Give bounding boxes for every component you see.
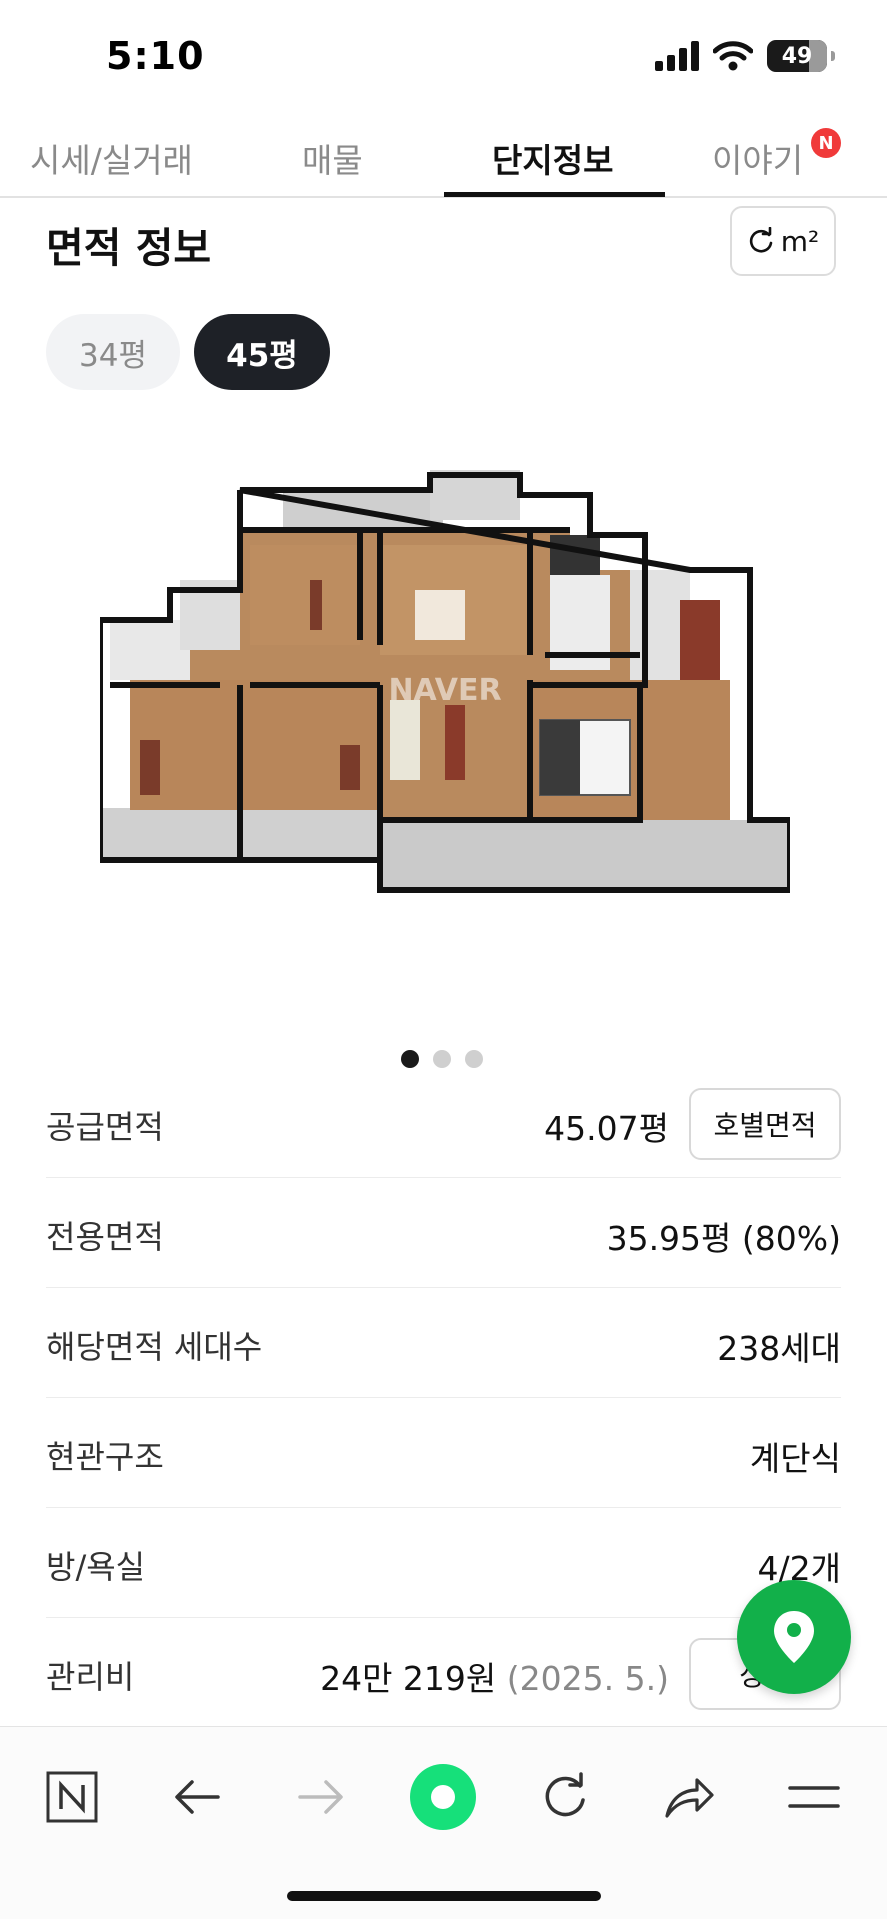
area-chip-34[interactable]: 34평 (46, 314, 180, 390)
maintenance-fee-value: 24만 219원 (320, 1659, 497, 1698)
info-label: 현관구조 (46, 1438, 164, 1476)
floor-plan-image[interactable]: NAVER (100, 470, 790, 1010)
reload-button[interactable] (525, 1757, 605, 1837)
info-row-households: 해당면적 세대수 238세대 (46, 1288, 841, 1398)
info-label: 공급면적 (46, 1108, 164, 1146)
active-tab-indicator (444, 192, 665, 197)
map-fab-button[interactable] (737, 1580, 851, 1694)
info-value: 35.95평 (80%) (606, 1219, 841, 1258)
status-time: 5:10 (106, 34, 205, 78)
naver-home-button[interactable] (32, 1757, 112, 1837)
info-row-supply-area: 공급면적 45.07평 호별면적 (46, 1068, 841, 1178)
carousel-dot[interactable] (433, 1050, 451, 1068)
back-button[interactable] (157, 1757, 237, 1837)
green-dot-button[interactable] (403, 1757, 483, 1837)
tab-bar: 시세/실거래 매물 단지정보 이야기 (0, 112, 887, 198)
forward-button[interactable] (281, 1757, 361, 1837)
area-chip-45[interactable]: 45평 (194, 314, 330, 390)
unit-area-button[interactable]: 호별면적 (689, 1088, 841, 1160)
share-icon (665, 1778, 714, 1818)
signal-icon (655, 41, 699, 71)
green-dot-icon (410, 1764, 476, 1830)
naver-n-icon (46, 1771, 98, 1823)
maintenance-fee-date: (2025. 5.) (506, 1659, 669, 1698)
info-row-rooms: 방/욕실 4/2개 (46, 1508, 841, 1618)
home-indicator (287, 1891, 601, 1901)
tab-listings[interactable]: 매물 (302, 134, 363, 182)
info-value: 24만 219원 (2025. 5.) (320, 1652, 669, 1700)
battery-level: 49 (781, 43, 813, 69)
info-value: 238세대 (717, 1329, 841, 1368)
menu-button[interactable] (774, 1757, 854, 1837)
map-pin-icon (774, 1611, 814, 1663)
unit-label: m² (780, 224, 820, 258)
info-row-exclusive-area: 전용면적 35.95평 (80%) (46, 1178, 841, 1288)
refresh-icon (749, 227, 773, 253)
carousel-dot[interactable] (465, 1050, 483, 1068)
info-label: 해당면적 세대수 (46, 1328, 263, 1366)
tab-price-history[interactable]: 시세/실거래 (30, 134, 193, 182)
status-icons: 49 (655, 40, 835, 72)
status-bar: 5:10 49 (0, 0, 887, 112)
menu-icon (788, 1786, 840, 1808)
unit-toggle-button[interactable]: m² (730, 206, 836, 276)
section-title: 면적 정보 (46, 224, 212, 272)
carousel-dot[interactable] (401, 1050, 419, 1068)
battery-icon: 49 (767, 40, 835, 72)
tab-complex-info[interactable]: 단지정보 (492, 134, 613, 182)
back-arrow-icon (175, 1780, 220, 1814)
info-value: 45.07평 (544, 1109, 669, 1148)
info-label: 방/욕실 (46, 1548, 146, 1586)
info-row-entrance: 현관구조 계단식 (46, 1398, 841, 1508)
info-row-maintenance-fee: 관리비 24만 219원 (2025. 5.) 상세 (46, 1618, 841, 1728)
floor-plan-watermark: NAVER (388, 673, 501, 708)
share-button[interactable] (649, 1757, 729, 1837)
info-label: 관리비 (46, 1658, 135, 1696)
reload-icon (545, 1772, 585, 1817)
info-value: 계단식 (749, 1439, 841, 1478)
carousel-dots (401, 1050, 483, 1068)
new-badge: N (811, 128, 841, 158)
wifi-icon (713, 41, 753, 71)
info-label: 전용면적 (46, 1218, 164, 1256)
forward-arrow-icon (298, 1780, 343, 1814)
tab-stories[interactable]: 이야기 (712, 134, 803, 182)
